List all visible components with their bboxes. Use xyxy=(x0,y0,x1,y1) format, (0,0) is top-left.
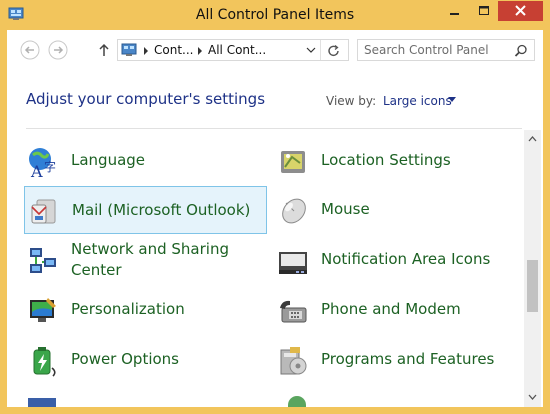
forward-button[interactable] xyxy=(47,39,69,61)
item-label: Personalization xyxy=(71,300,185,318)
svg-text:A: A xyxy=(30,162,43,179)
search-icon[interactable] xyxy=(513,43,529,59)
personalization-icon xyxy=(30,298,56,322)
network-icon xyxy=(30,248,56,273)
svg-text:字: 字 xyxy=(44,159,56,174)
chevron-down-icon[interactable] xyxy=(306,47,316,54)
item-mail[interactable]: Mail (Microsoft Outlook) xyxy=(24,186,267,234)
view-by-dropdown-arrow-icon[interactable] xyxy=(448,97,456,102)
close-icon xyxy=(515,5,526,16)
language-icon: A 字 xyxy=(29,148,56,179)
maximize-icon xyxy=(479,6,489,15)
item-location-settings[interactable]: Location Settings xyxy=(274,137,517,185)
close-button[interactable] xyxy=(498,1,543,21)
title-bar[interactable]: All Control Panel Items xyxy=(0,0,550,30)
item-label: Programs and Features xyxy=(321,350,495,368)
navigation-bar: Cont... All Cont... xyxy=(7,30,543,70)
breadcrumb-chevron-icon xyxy=(198,47,202,55)
item-programs-and-features[interactable]: Programs and Features xyxy=(274,336,517,384)
back-button[interactable] xyxy=(19,39,41,61)
phone-modem-icon xyxy=(280,300,307,323)
page-heading: Adjust your computer's settings xyxy=(26,90,266,108)
location-settings-icon xyxy=(281,151,305,173)
notification-area-icon xyxy=(279,252,307,274)
mail-icon xyxy=(31,199,56,224)
scroll-down-arrow-icon[interactable] xyxy=(528,394,537,400)
refresh-icon[interactable] xyxy=(326,43,342,59)
address-divider xyxy=(320,40,321,60)
breadcrumb-chevron-icon xyxy=(144,47,148,55)
item-mouse[interactable]: Mouse xyxy=(274,186,517,234)
maximize-button[interactable] xyxy=(470,1,497,21)
view-by-dropdown[interactable]: Large icons xyxy=(383,94,452,108)
item-label: Language xyxy=(71,151,146,169)
breadcrumb-item[interactable]: All Cont... xyxy=(208,43,266,57)
item-network-sharing-center[interactable]: Network and Sharing Center xyxy=(24,236,267,284)
item-language[interactable]: A 字 Language xyxy=(24,137,267,185)
header-divider xyxy=(26,128,522,129)
item-label: Phone and Modem xyxy=(321,300,461,318)
window-client-area: Cont... All Cont... Adjust your computer… xyxy=(7,30,543,407)
up-arrow-icon xyxy=(99,43,109,56)
item-label: Mail (Microsoft Outlook) xyxy=(72,201,251,219)
programs-features-icon xyxy=(280,347,307,375)
item-label: Mouse xyxy=(321,200,370,218)
item-power-options[interactable]: Power Options xyxy=(24,336,267,384)
control-panel-window: All Control Panel Items Cont... All Cont… xyxy=(0,0,550,414)
search-input[interactable] xyxy=(364,42,509,58)
scroll-thumb[interactable] xyxy=(527,260,538,312)
minimize-button[interactable] xyxy=(441,1,468,21)
search-box[interactable] xyxy=(357,39,535,61)
mouse-icon xyxy=(282,198,306,224)
next-row-item-icon xyxy=(288,396,306,407)
item-phone-and-modem[interactable]: Phone and Modem xyxy=(274,286,517,334)
forward-arrow-icon xyxy=(48,40,68,60)
minimize-icon xyxy=(450,13,459,15)
item-label: Network and Sharing Center xyxy=(71,240,229,279)
item-label: Notification Area Icons xyxy=(321,250,491,268)
item-label: Power Options xyxy=(71,350,179,368)
item-label: Location Settings xyxy=(321,151,451,169)
address-bar[interactable]: Cont... All Cont... xyxy=(117,39,349,61)
next-row-item-icon xyxy=(28,398,56,407)
vertical-scrollbar[interactable] xyxy=(524,130,541,407)
view-by-label: View by: xyxy=(326,94,377,108)
item-notification-area-icons[interactable]: Notification Area Icons xyxy=(274,236,517,284)
scroll-up-arrow-icon[interactable] xyxy=(528,136,537,142)
breadcrumb-item[interactable]: Cont... xyxy=(154,43,193,57)
up-button[interactable] xyxy=(93,39,115,61)
item-personalization[interactable]: Personalization xyxy=(24,286,267,334)
control-panel-location-icon xyxy=(121,43,137,56)
back-arrow-icon xyxy=(20,40,40,60)
power-options-icon xyxy=(33,347,56,377)
